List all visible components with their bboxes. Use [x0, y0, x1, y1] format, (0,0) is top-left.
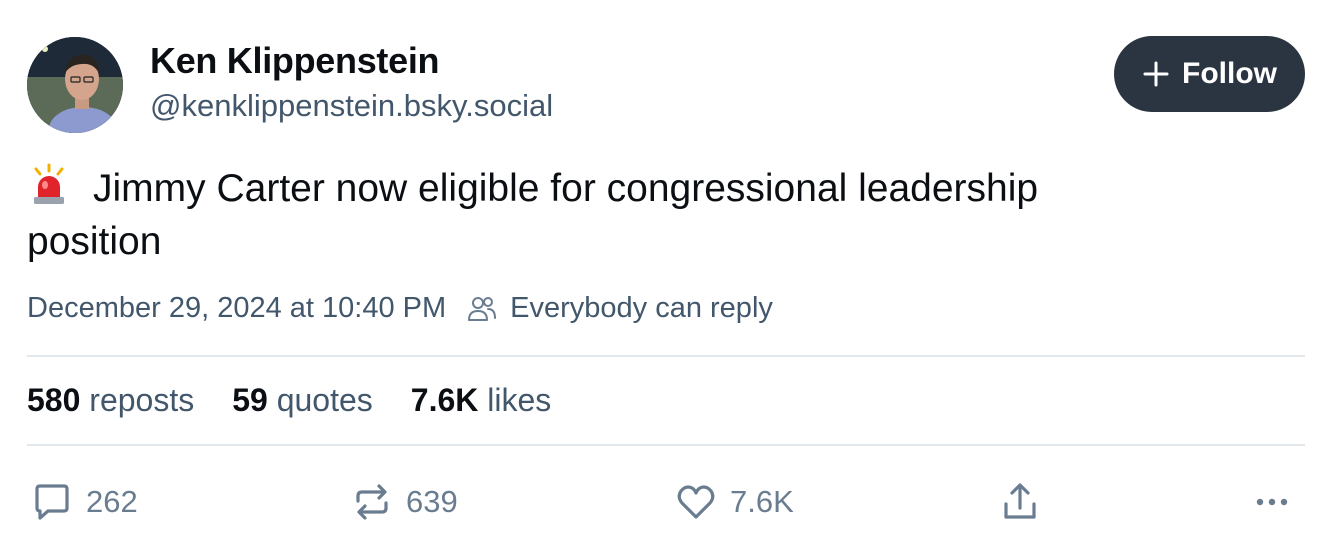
more-icon: [1256, 498, 1288, 506]
divider: [27, 444, 1305, 446]
stat-count: 7.6K: [410, 382, 479, 418]
post-timestamp[interactable]: December 29, 2024 at 10:40 PM: [27, 292, 446, 325]
post-stats: 580 reposts 59 quotes 7.6K likes: [27, 382, 551, 419]
divider: [27, 355, 1305, 357]
post-card: Ken Klippenstein @kenklippenstein.bsky.s…: [0, 0, 1331, 543]
police-car-light-icon: [27, 163, 71, 207]
author-display-name[interactable]: Ken Klippenstein: [150, 40, 440, 82]
post-text-line1: Jimmy Carter now eligible for congressio…: [93, 167, 1039, 210]
follow-button[interactable]: Follow: [1114, 36, 1305, 112]
repost-count: 639: [406, 484, 458, 519]
stat-label: quotes: [276, 382, 373, 418]
like-count: 7.6K: [730, 484, 794, 519]
author-handle[interactable]: @kenklippenstein.bsky.social: [150, 88, 553, 124]
post-meta: December 29, 2024 at 10:40 PM Everybody …: [27, 292, 773, 325]
reply-count: 262: [86, 484, 138, 519]
stat-reposts[interactable]: 580 reposts: [27, 382, 194, 419]
reply-button[interactable]: 262: [30, 478, 138, 526]
stat-label: likes: [487, 382, 552, 418]
repost-button[interactable]: 639: [350, 478, 458, 526]
people-icon: [468, 296, 497, 321]
post-text: Jimmy Carter now eligible for congressio…: [27, 162, 1307, 268]
plus-icon: [1143, 61, 1169, 87]
share-icon: [1004, 483, 1036, 519]
post-text-line2: position: [27, 220, 162, 263]
stat-likes[interactable]: 7.6K likes: [411, 382, 552, 419]
reply-setting[interactable]: Everybody can reply: [510, 292, 773, 325]
like-button[interactable]: 7.6K: [674, 478, 794, 526]
share-button[interactable]: [998, 478, 1042, 526]
follow-button-label: Follow: [1182, 57, 1277, 90]
stat-quotes[interactable]: 59 quotes: [232, 382, 373, 419]
repost-icon: [356, 484, 388, 520]
avatar-photo: [27, 37, 123, 133]
stat-label: reposts: [89, 382, 195, 418]
heart-icon: [677, 485, 715, 519]
stat-count: 59: [232, 382, 268, 418]
comment-icon: [35, 484, 69, 520]
avatar[interactable]: [27, 37, 123, 133]
more-options-button[interactable]: [1250, 478, 1294, 526]
stat-count: 580: [27, 382, 81, 418]
